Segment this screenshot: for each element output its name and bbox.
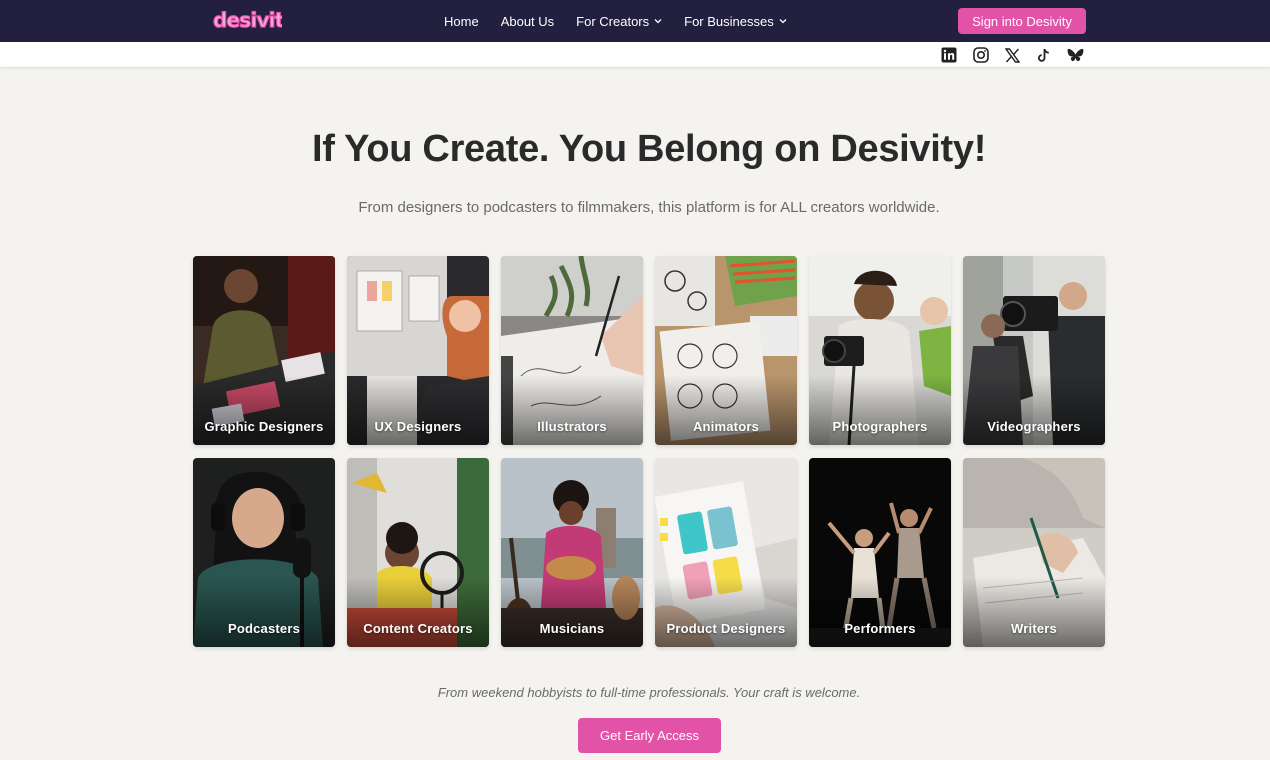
- creator-card-label: UX Designers: [374, 419, 462, 434]
- desivity-logo[interactable]: desivity: [212, 5, 282, 37]
- nav-for-businesses[interactable]: For Businesses: [684, 14, 787, 29]
- card-shade: [655, 577, 797, 647]
- card-shade: [963, 577, 1105, 647]
- nav-home-label: Home: [444, 13, 479, 29]
- chevron-down-icon: [779, 16, 787, 26]
- social-links: [940, 46, 1098, 64]
- social-bar: [0, 42, 1270, 68]
- get-early-access-button[interactable]: Get Early Access: [578, 718, 721, 753]
- creator-card-label: Graphic Designers: [204, 419, 324, 434]
- bluesky-icon[interactable]: [1066, 46, 1084, 64]
- creator-card-photographers[interactable]: Photographers: [809, 256, 951, 445]
- creator-card-label: Musicians: [539, 621, 605, 636]
- nav-businesses-label: For Businesses: [684, 13, 774, 29]
- top-navbar: desivity Home About Us For Creators For …: [0, 0, 1270, 42]
- linkedin-icon[interactable]: [940, 46, 958, 64]
- creator-card-label: Photographers: [832, 419, 928, 434]
- creator-card-illustrators[interactable]: Illustrators: [501, 256, 643, 445]
- creator-card-musicians[interactable]: Musicians: [501, 458, 643, 647]
- creator-card-performers[interactable]: Performers: [809, 458, 951, 647]
- card-shade: [655, 375, 797, 445]
- card-shade: [193, 375, 335, 445]
- main-nav: Home About Us For Creators For Businesse…: [444, 0, 809, 42]
- creator-card-graphic-designers[interactable]: Graphic Designers: [193, 256, 335, 445]
- card-shade: [347, 375, 489, 445]
- creator-card-label: Performers: [844, 621, 916, 636]
- card-shade: [963, 375, 1105, 445]
- nav-about-label: About Us: [500, 13, 555, 29]
- creator-card-writers[interactable]: Writers: [963, 458, 1105, 647]
- sign-in-button[interactable]: Sign into Desivity: [958, 8, 1086, 34]
- hero-subtitle: From designers to podcasters to filmmake…: [358, 199, 940, 216]
- footer-note: From weekend hobbyists to full-time prof…: [437, 685, 861, 700]
- card-shade: [501, 577, 643, 647]
- creator-card-animators[interactable]: Animators: [655, 256, 797, 445]
- tiktok-icon[interactable]: [1035, 46, 1053, 64]
- creator-card-podcasters[interactable]: Podcasters: [193, 458, 335, 647]
- nav-creators-label: For Creators: [576, 13, 650, 29]
- creator-card-label: Product Designers: [666, 621, 786, 636]
- card-shade: [347, 577, 489, 647]
- nav-home[interactable]: Home: [444, 14, 479, 29]
- hero-title: If You Create. You Belong on Desivity!: [311, 128, 987, 170]
- creator-card-label: Animators: [692, 419, 760, 434]
- card-shade: [809, 577, 951, 647]
- creator-card-ux-designers[interactable]: UX Designers: [347, 256, 489, 445]
- creator-card-label: Writers: [1011, 621, 1057, 636]
- creator-card-label: Videographers: [987, 419, 1081, 434]
- instagram-icon[interactable]: [972, 46, 990, 64]
- card-shade: [501, 375, 643, 445]
- card-shade: [193, 577, 335, 647]
- card-shade: [809, 375, 951, 445]
- svg-text:desivity: desivity: [213, 8, 282, 32]
- x-icon[interactable]: [1003, 46, 1021, 64]
- nav-for-creators[interactable]: For Creators: [576, 14, 662, 29]
- nav-about-us[interactable]: About Us: [501, 14, 554, 29]
- creator-card-label: Content Creators: [363, 621, 473, 636]
- creator-card-label: Illustrators: [537, 419, 607, 434]
- creator-card-videographers[interactable]: Videographers: [963, 256, 1105, 445]
- chevron-down-icon: [654, 16, 662, 26]
- creator-card-product-designers[interactable]: Product Designers: [655, 458, 797, 647]
- creator-card-label: Podcasters: [227, 621, 301, 636]
- creator-card-content-creators[interactable]: Content Creators: [347, 458, 489, 647]
